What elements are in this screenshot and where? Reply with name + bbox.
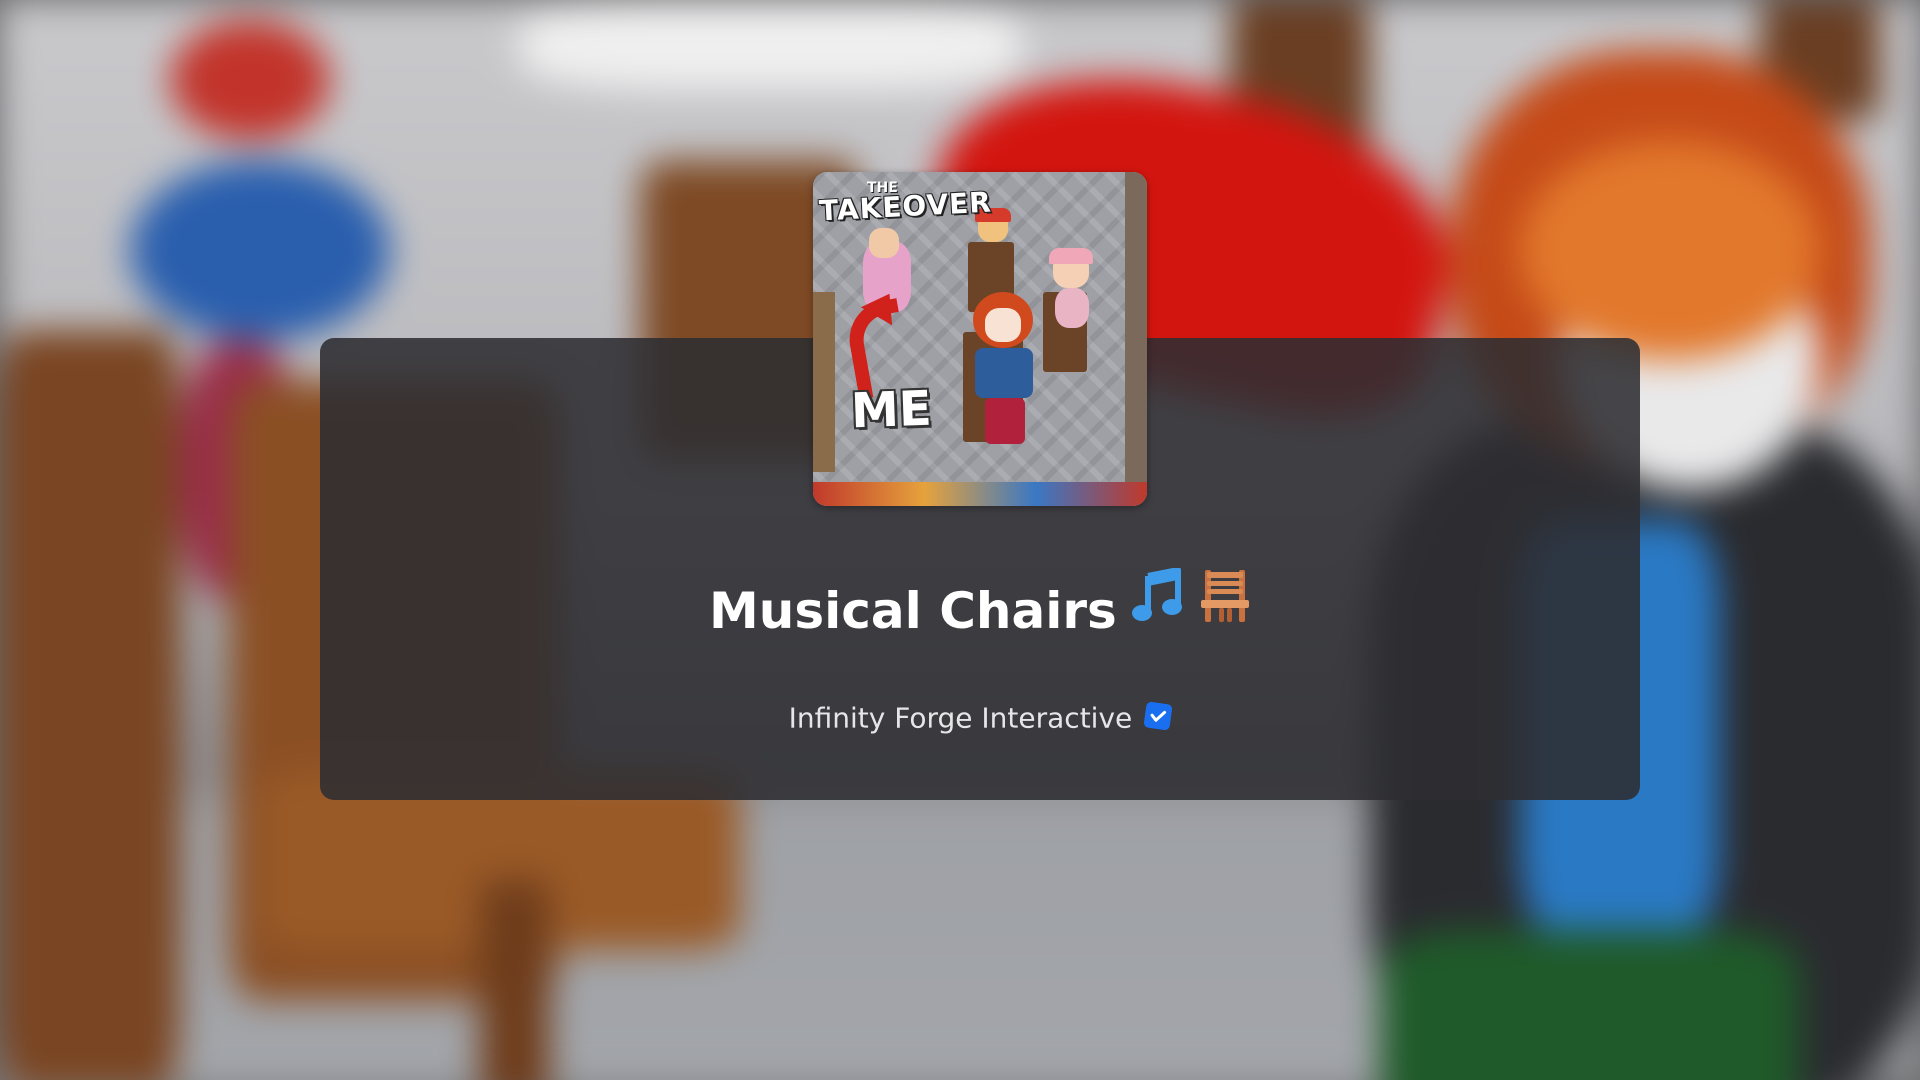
game-title: Musical Chairs — [709, 582, 1117, 640]
thumbnail-text-me: ME — [850, 380, 933, 440]
game-splash-screen: THE TAKEOVER ME Musical Chairs Infinity … — [0, 0, 1920, 1080]
music-note-icon — [1130, 567, 1186, 654]
verified-badge-icon — [1143, 700, 1174, 731]
chair-icon — [1199, 568, 1251, 654]
creator-row: Infinity Forge Interactive — [320, 698, 1640, 738]
game-thumbnail: THE TAKEOVER ME — [813, 172, 1147, 506]
game-title-row: Musical Chairs — [320, 567, 1640, 640]
creator-name[interactable]: Infinity Forge Interactive — [789, 702, 1133, 735]
